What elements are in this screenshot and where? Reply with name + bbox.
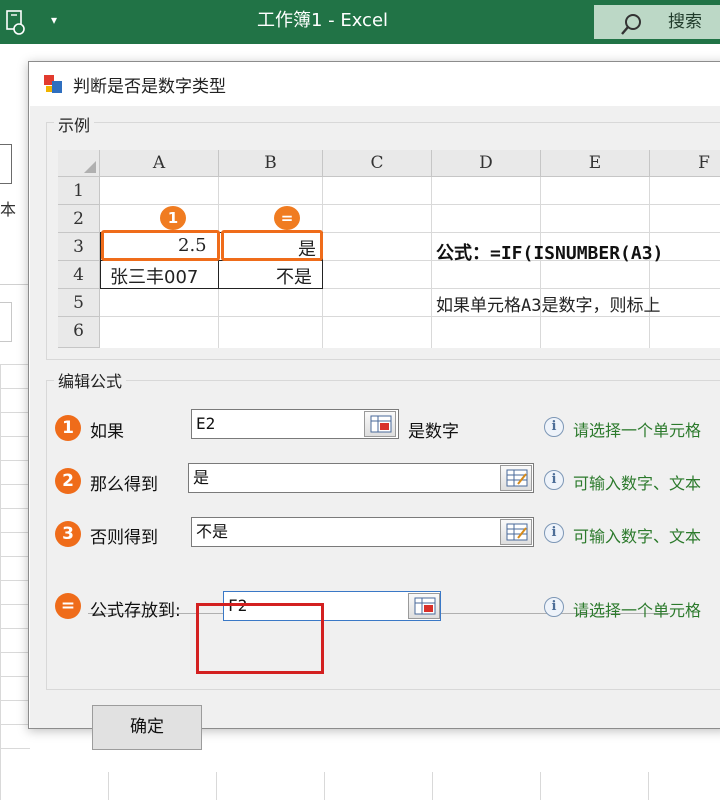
search-label: 搜索 <box>668 12 702 32</box>
name-box[interactable] <box>0 302 12 342</box>
select-all-corner <box>58 150 100 177</box>
row-header-6: 6 <box>58 317 100 348</box>
ribbon-button[interactable] <box>0 144 12 184</box>
ribbon-label: 本 <box>0 200 17 219</box>
column-header-e: E <box>541 150 650 177</box>
cell-b4: 不是 <box>276 267 312 288</box>
gridline <box>431 177 432 348</box>
highlight-b3 <box>221 230 323 261</box>
cell-a4: 张三丰007 <box>110 267 199 288</box>
else-label: 否则得到 <box>90 528 158 548</box>
else-pick-cell-button[interactable] <box>500 519 532 545</box>
output-badge: = <box>55 593 81 619</box>
highlight-a3 <box>101 230 220 261</box>
worksheet-grid-bottom[interactable] <box>0 772 720 800</box>
row-header-2: 2 <box>58 205 100 233</box>
row-header-1: 1 <box>58 177 100 205</box>
row-header-4: 4 <box>58 261 100 289</box>
column-header-f: F <box>650 150 720 177</box>
badge-condition: 1 <box>160 206 186 230</box>
output-label: 公式存放到: <box>90 601 181 621</box>
row-header-5: 5 <box>58 289 100 317</box>
output-highlight <box>196 603 324 674</box>
then-label: 那么得到 <box>90 475 158 495</box>
cell-picker-icon <box>414 597 436 615</box>
dialog-title-bar[interactable]: 判断是否是数字类型 <box>29 62 720 106</box>
condition-label: 如果 <box>90 422 124 442</box>
condition-pick-cell-button[interactable] <box>364 411 396 437</box>
example-formula: 公式：=IF(ISNUMBER(A3) <box>436 243 664 264</box>
formula-dialog: 判断是否是数字类型 示例 A B C D E F 1 2 3 4 5 6 2.5… <box>28 61 720 750</box>
edit-formula-legend: 编辑公式 <box>54 368 127 392</box>
condition-suffix: 是数字 <box>408 422 459 442</box>
dialog-title: 判断是否是数字类型 <box>73 77 226 97</box>
table-edit-icon <box>506 469 528 487</box>
else-input[interactable]: 不是 <box>191 517 534 547</box>
example-sheet: A B C D E F 1 2 3 4 5 6 2.5 是 张三丰007 不是 … <box>58 150 720 348</box>
column-header-c: C <box>323 150 432 177</box>
output-pick-cell-button[interactable] <box>408 593 440 619</box>
condition-badge: 1 <box>55 415 81 441</box>
output-hint: 请选择一个单元格 <box>573 601 702 620</box>
worksheet-grid[interactable] <box>0 364 30 800</box>
gridline <box>100 204 720 205</box>
ribbon-divider <box>0 284 30 285</box>
then-hint: 可输入数字、文本 <box>573 474 702 493</box>
then-pick-cell-button[interactable] <box>500 465 532 491</box>
app-icon <box>44 75 62 93</box>
dialog-body: 示例 A B C D E F 1 2 3 4 5 6 2.5 是 张三丰007 … <box>30 106 720 750</box>
info-icon: i <box>544 470 564 490</box>
then-input[interactable]: 是 <box>188 463 534 493</box>
column-header-d: D <box>432 150 541 177</box>
else-badge: 3 <box>55 521 81 547</box>
info-icon: i <box>544 523 564 543</box>
else-hint: 可输入数字、文本 <box>573 527 702 546</box>
info-icon: i <box>544 597 564 617</box>
gridline <box>100 316 720 317</box>
window-title: 工作簿1 - Excel <box>256 10 389 31</box>
column-header-b: B <box>219 150 323 177</box>
cell-picker-icon <box>370 415 392 433</box>
info-icon: i <box>544 417 564 437</box>
row-header-3: 3 <box>58 233 100 261</box>
example-description: 如果单元格A3是数字，则标上 <box>436 296 661 316</box>
example-legend: 示例 <box>54 112 95 136</box>
search-icon <box>621 14 641 35</box>
search-box[interactable]: 搜索 <box>594 5 720 39</box>
ok-button[interactable]: 确定 <box>92 705 202 750</box>
then-badge: 2 <box>55 468 81 494</box>
badge-result: = <box>274 206 300 230</box>
condition-hint: 请选择一个单元格 <box>573 421 702 440</box>
table-edit-icon <box>506 523 528 541</box>
column-header-a: A <box>100 150 219 177</box>
excel-title-bar: ▾ 工作簿1 - Excel 搜索 <box>0 0 720 44</box>
